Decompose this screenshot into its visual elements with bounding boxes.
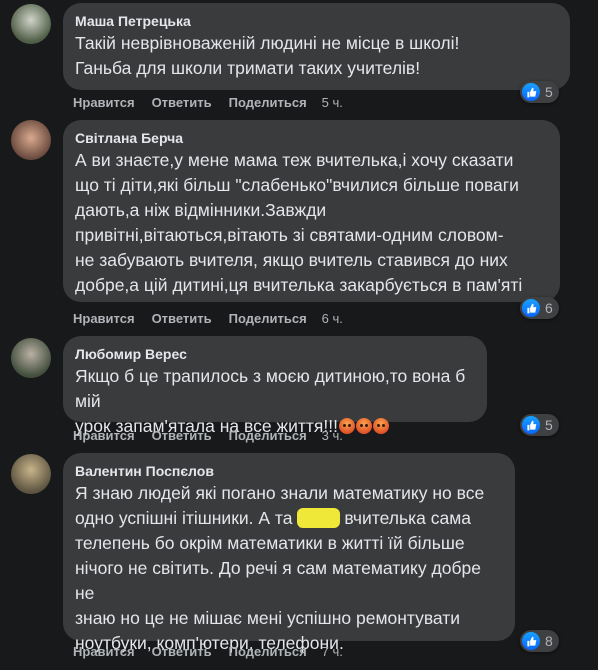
comment-author[interactable]: Валентин Поспєлов: [75, 462, 503, 480]
reply-button[interactable]: Ответить: [152, 311, 212, 326]
comment-text-part: вчителька сама телепень бо окрім математ…: [75, 508, 481, 653]
reaction-count-value: 5: [545, 417, 553, 433]
like-button[interactable]: Нравится: [73, 95, 135, 110]
share-button[interactable]: Поделиться: [229, 644, 307, 659]
comment-actions: Нравится Ответить Поделиться 5 ч.: [73, 95, 360, 110]
comment-bubble: Світлана Берча А ви знаєте,у мене мама т…: [63, 120, 560, 302]
timestamp[interactable]: 7 ч.: [322, 644, 343, 659]
share-button[interactable]: Поделиться: [229, 95, 307, 110]
comment-author[interactable]: Любомир Верес: [75, 345, 475, 363]
comment-bubble: Валентин Поспєлов Я знаю людей які поган…: [63, 453, 515, 653]
reaction-count-value: 5: [545, 84, 553, 100]
like-button[interactable]: Нравится: [73, 311, 135, 326]
reaction-count-value: 8: [545, 633, 553, 649]
share-button[interactable]: Поделиться: [229, 428, 307, 443]
comment-author[interactable]: Світлана Берча: [75, 129, 548, 147]
reaction-count[interactable]: 5: [520, 414, 559, 436]
like-icon: [522, 416, 540, 434]
timestamp[interactable]: 3 ч.: [322, 428, 343, 443]
avatar[interactable]: [11, 338, 51, 378]
reaction-count[interactable]: 8: [520, 630, 559, 652]
comment-bubble: Маша Петрецька Такій неврівноваженій люд…: [63, 3, 570, 90]
comment-actions: Нравится Ответить Поделиться 6 ч.: [73, 311, 360, 326]
timestamp[interactable]: 5 ч.: [322, 95, 343, 110]
comment-bubble: Любомир Верес Якщо б це трапилось з моєю…: [63, 336, 487, 436]
reply-button[interactable]: Ответить: [152, 644, 212, 659]
redacted-word: дура: [297, 508, 340, 528]
reaction-count-value: 6: [545, 300, 553, 316]
avatar[interactable]: [11, 120, 51, 160]
reaction-count[interactable]: 5: [520, 81, 559, 103]
comment-text: А ви знаєте,у мене мама теж вчителька,і …: [75, 150, 523, 295]
comment-text: Такій неврівноваженій людині не місце в …: [75, 33, 460, 78]
timestamp[interactable]: 6 ч.: [322, 311, 343, 326]
comment-actions: Нравится Ответить Поделиться 3 ч.: [73, 428, 360, 443]
comment-text: Я знаю людей які погано знали математику…: [75, 481, 503, 656]
reaction-count[interactable]: 6: [520, 297, 559, 319]
reply-button[interactable]: Ответить: [152, 428, 212, 443]
like-button[interactable]: Нравится: [73, 644, 135, 659]
comment-author[interactable]: Маша Петрецька: [75, 12, 558, 30]
comment-actions: Нравится Ответить Поделиться 7 ч.: [73, 644, 360, 659]
reply-button[interactable]: Ответить: [152, 95, 212, 110]
share-button[interactable]: Поделиться: [229, 311, 307, 326]
avatar[interactable]: [11, 454, 51, 494]
like-icon: [522, 632, 540, 650]
avatar[interactable]: [11, 4, 51, 44]
like-icon: [522, 83, 540, 101]
angry-face-icon: [373, 418, 389, 434]
like-button[interactable]: Нравится: [73, 428, 135, 443]
like-icon: [522, 299, 540, 317]
comment-text-line: Якщо б це трапилось з моєю дитиною,то во…: [75, 366, 466, 411]
